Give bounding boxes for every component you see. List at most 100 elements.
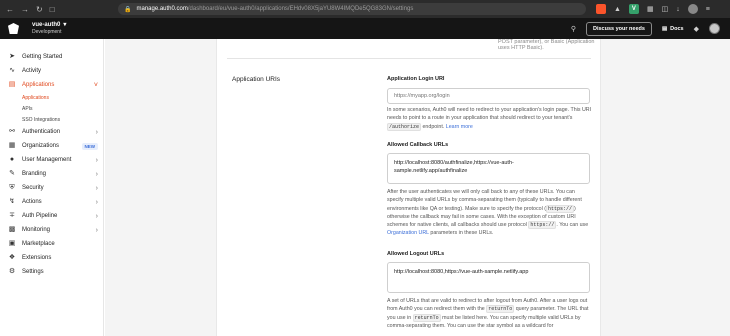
sidebar-item-label: Activity xyxy=(22,68,42,74)
sidebar-item-label: Organizations xyxy=(22,143,60,149)
sidebar-item-settings[interactable]: ⚙ Settings xyxy=(8,266,98,278)
chevron-down-icon: ▾ xyxy=(63,21,67,28)
sidebar-toggle-icon[interactable]: ◫ xyxy=(662,5,669,13)
chevron-right-icon: › xyxy=(95,226,98,234)
discuss-button[interactable]: Discuss your needs xyxy=(585,21,652,36)
tenant-switcher[interactable]: vue-auth0 ▾ Development xyxy=(32,22,66,36)
sidebar-item-branding[interactable]: ✎ Branding › xyxy=(8,168,98,180)
sidebar-subitem-apis[interactable]: APIs xyxy=(22,106,33,112)
sidebar-item-actions[interactable]: ↯ Actions › xyxy=(8,196,98,208)
forward-icon[interactable]: → xyxy=(21,5,29,14)
sidebar: ➤ Getting Started ∿ Activity ▤ Applicati… xyxy=(0,39,104,336)
download-icon[interactable]: ↓ xyxy=(676,6,680,13)
sidebar-item-label: Monitoring xyxy=(22,227,51,233)
url-path: /dashboard/eu/vue-auth0/applications/EHd… xyxy=(187,6,414,12)
help-code: returnTo xyxy=(412,313,441,322)
chart-icon: ▩ xyxy=(8,226,16,233)
login-uri-label: Application Login URI xyxy=(387,76,445,82)
header-actions: ⚲ Discuss your needs ▤ Docs ◆ xyxy=(571,21,720,36)
lock-icon: 🔒 xyxy=(124,6,132,13)
sidebar-item-label: Settings xyxy=(22,269,44,275)
organization-url-link[interactable]: Organization URL xyxy=(387,230,429,236)
sidebar-item-label: Security xyxy=(22,185,44,191)
search-icon[interactable]: ⚲ xyxy=(571,25,576,33)
auth0-logo-icon[interactable] xyxy=(8,23,19,34)
lightning-icon: ↯ xyxy=(9,198,15,205)
bookmark-icon[interactable]: □ xyxy=(50,5,55,14)
sidebar-item-label: Extensions xyxy=(22,255,52,261)
vue-devtools-icon[interactable]: V xyxy=(628,4,639,14)
sidebar-item-organizations[interactable]: ▦ Organizations NEW xyxy=(8,140,98,152)
sidebar-item-label: User Management xyxy=(22,157,72,163)
callback-urls-textarea[interactable]: http://localhost:8080/authfinalize,https… xyxy=(387,153,590,184)
brave-shield-icon[interactable] xyxy=(596,4,606,14)
sidebar-item-activity[interactable]: ∿ Activity xyxy=(8,65,98,77)
reload-icon[interactable]: ↻ xyxy=(36,5,43,14)
browser-toolbar: ← → ↻ □ 🔒 manage.auth0.com/dashboard/eu/… xyxy=(0,0,730,18)
profile-icon[interactable] xyxy=(687,4,698,14)
bell-icon[interactable]: ◆ xyxy=(694,25,699,33)
logout-urls-help: A set of URLs that are valid to redirect… xyxy=(387,297,592,330)
new-badge: NEW xyxy=(81,142,98,150)
help-text: parameters in these URLs. xyxy=(428,230,494,237)
sidebar-item-label: Authentication xyxy=(22,129,61,135)
shield-icon: ⛨ xyxy=(9,184,15,191)
help-text: . You can use xyxy=(556,222,589,229)
sidebar-subitem-applications[interactable]: Applications xyxy=(22,95,49,101)
brush-icon: ✎ xyxy=(9,170,15,177)
sidebar-item-label: Marketplace xyxy=(22,241,55,247)
chevron-right-icon: › xyxy=(95,212,98,220)
users-icon: ● xyxy=(9,156,15,163)
login-uri-input[interactable] xyxy=(387,88,590,104)
sidebar-item-label: Auth Pipeline xyxy=(22,213,58,219)
layers-icon: ▤ xyxy=(8,81,16,88)
sidebar-item-label: Getting Started xyxy=(22,54,63,60)
share-icon[interactable]: ▲ xyxy=(614,6,621,13)
help-code: /authorize xyxy=(387,122,422,131)
chevron-right-icon: › xyxy=(95,156,98,164)
sidebar-item-extensions[interactable]: ❖ Extensions xyxy=(8,252,98,264)
avatar[interactable] xyxy=(709,23,720,34)
help-code: https:// xyxy=(545,204,574,213)
activity-icon: ∿ xyxy=(9,67,15,74)
section-title: Application URIs xyxy=(232,76,281,83)
gear-icon: ⚙ xyxy=(8,268,16,275)
sidebar-item-user-management[interactable]: ● User Management › xyxy=(8,154,98,166)
chevron-right-icon: › xyxy=(95,170,98,178)
sidebar-subitem-sso[interactable]: SSO Integrations xyxy=(22,117,60,123)
previous-field-help: POST parameter), or Basic (Application u… xyxy=(498,39,595,51)
back-icon[interactable]: ← xyxy=(6,5,14,14)
store-icon: ▣ xyxy=(8,240,16,247)
chevron-right-icon: › xyxy=(95,198,98,206)
logout-urls-textarea[interactable]: http://localhost:8080,https://vue-auth-s… xyxy=(387,262,590,293)
sidebar-item-label: Actions xyxy=(22,199,42,205)
sidebar-item-security[interactable]: ⛨ Security › xyxy=(8,182,98,194)
help-code: https:// xyxy=(528,221,557,230)
rocket-icon: ➤ xyxy=(9,53,15,60)
organization-icon: ▦ xyxy=(8,142,16,149)
learn-more-link[interactable]: Learn more xyxy=(446,124,473,130)
docs-link[interactable]: ▤ Docs xyxy=(662,26,684,32)
sidebar-item-marketplace[interactable]: ▣ Marketplace xyxy=(8,238,98,250)
book-icon: ▤ xyxy=(661,25,668,32)
docs-label: Docs xyxy=(670,25,684,32)
sidebar-item-monitoring[interactable]: ▩ Monitoring › xyxy=(8,224,98,236)
help-text: In some scenarios, Auth0 will need to re… xyxy=(387,107,592,122)
menu-icon[interactable]: ≡ xyxy=(706,6,710,13)
chevron-down-icon: ˅ xyxy=(93,81,98,89)
sidebar-item-auth-pipeline[interactable]: ∓ Auth Pipeline › xyxy=(8,210,98,222)
sidebar-item-label: Applications xyxy=(22,82,55,88)
settings-card: POST parameter), or Basic (Application u… xyxy=(216,39,601,336)
sidebar-item-label: Branding xyxy=(22,171,47,177)
address-bar[interactable]: 🔒 manage.auth0.com/dashboard/eu/vue-auth… xyxy=(118,3,586,15)
callback-urls-label: Allowed Callback URLs xyxy=(387,142,449,148)
section-divider xyxy=(227,58,591,59)
sidebar-item-getting-started[interactable]: ➤ Getting Started xyxy=(8,51,98,63)
puzzle-icon[interactable]: ▦ xyxy=(647,5,654,13)
chevron-right-icon: › xyxy=(95,128,98,136)
app-header: vue-auth0 ▾ Development ⚲ Discuss your ne… xyxy=(0,18,730,39)
sidebar-item-applications[interactable]: ▤ Applications ˅ xyxy=(8,79,98,91)
login-uri-help: In some scenarios, Auth0 will need to re… xyxy=(387,106,592,131)
extensions-icon: ❖ xyxy=(8,254,16,261)
sidebar-item-authentication[interactable]: ⚯ Authentication › xyxy=(8,126,98,138)
